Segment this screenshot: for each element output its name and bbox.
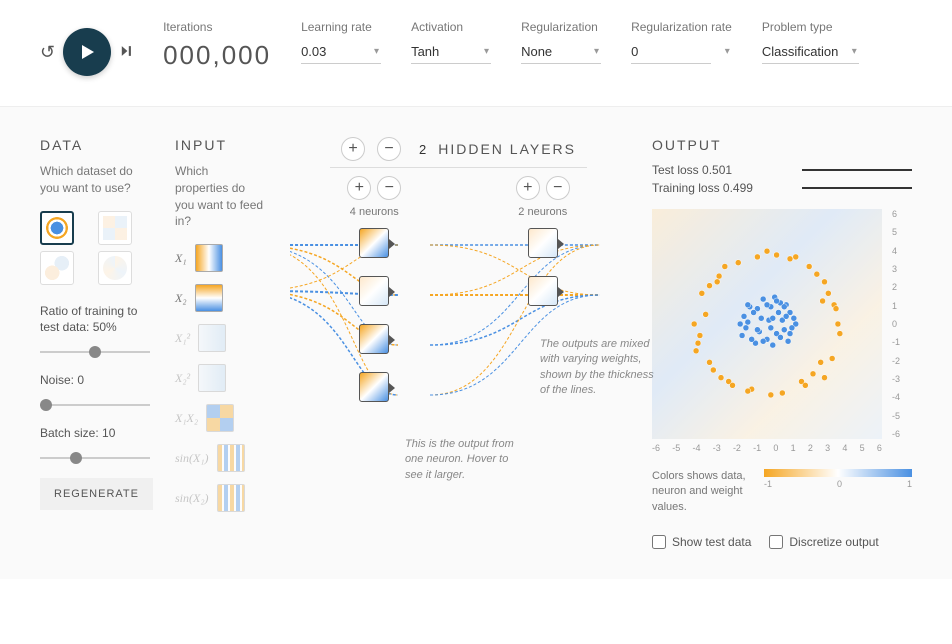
feature-x2[interactable]: X₂ bbox=[175, 284, 265, 312]
show-test-check[interactable]: Show test data bbox=[652, 535, 751, 549]
network-divider bbox=[330, 167, 587, 168]
neuron-1-3[interactable] bbox=[359, 324, 389, 354]
legend-text: Colors shows data, neuron and weight val… bbox=[652, 469, 752, 515]
layer2-remove-neuron[interactable]: − bbox=[546, 176, 570, 200]
dataset-circle[interactable] bbox=[40, 211, 74, 245]
dataset-gauss[interactable] bbox=[40, 251, 74, 285]
train-loss: Training loss 0.499 bbox=[652, 181, 912, 195]
learning-rate-select[interactable]: 0.03 bbox=[301, 40, 381, 64]
input-panel: INPUT Which properties do you want to fe… bbox=[175, 137, 265, 549]
feature-x1[interactable]: X₁ bbox=[175, 244, 265, 272]
problem-type-select[interactable]: Classification bbox=[762, 40, 859, 64]
reg-rate-select[interactable]: 0 bbox=[631, 40, 711, 64]
data-subtitle: Which dataset do you want to use? bbox=[40, 163, 150, 197]
legend-block: Colors shows data, neuron and weight val… bbox=[652, 469, 912, 515]
network-panel: + − 2 HIDDEN LAYERS bbox=[290, 137, 627, 549]
reg-rate-label: Regularization rate bbox=[631, 20, 732, 34]
layer-count: 2 bbox=[419, 142, 426, 157]
layer1-remove-neuron[interactable]: − bbox=[377, 176, 401, 200]
feature-sinx1[interactable]: sin(X₁) bbox=[175, 444, 265, 472]
feature-x2sq[interactable]: X₂² bbox=[175, 364, 265, 392]
learning-rate-control: Learning rate 0.03 bbox=[301, 20, 381, 64]
iterations-label: Iterations bbox=[163, 20, 271, 34]
problem-type-label: Problem type bbox=[762, 20, 859, 34]
feature-sinx2[interactable]: sin(X₂) bbox=[175, 484, 265, 512]
iterations-value: 000,000 bbox=[163, 40, 271, 71]
layer1-count: 4 neurons bbox=[350, 206, 399, 218]
activation-label: Activation bbox=[411, 20, 491, 34]
batch-block: Batch size: 10 bbox=[40, 425, 150, 462]
problem-type-control: Problem type Classification bbox=[762, 20, 859, 64]
activation-control: Activation Tanh bbox=[411, 20, 491, 64]
neuron-1-1[interactable] bbox=[359, 228, 389, 258]
activation-select[interactable]: Tanh bbox=[411, 40, 491, 64]
hidden-layers-title: HIDDEN LAYERS bbox=[438, 141, 576, 157]
layer-1: + − 4 neurons bbox=[347, 176, 401, 420]
output-title: OUTPUT bbox=[652, 137, 912, 153]
layer2-count: 2 neurons bbox=[518, 206, 567, 218]
regularization-select[interactable]: None bbox=[521, 40, 601, 64]
neuron-1-2[interactable] bbox=[359, 276, 389, 306]
play-button[interactable] bbox=[63, 28, 111, 76]
play-controls: ↺ bbox=[40, 28, 133, 76]
reg-rate-control: Regularization rate 0 bbox=[631, 20, 732, 64]
data-title: DATA bbox=[40, 137, 150, 153]
add-layer-button[interactable]: + bbox=[341, 137, 365, 161]
neuron-2-2[interactable] bbox=[528, 276, 558, 306]
reset-button[interactable]: ↺ bbox=[40, 42, 55, 63]
ratio-block: Ratio of training to test data: 50% bbox=[40, 303, 150, 357]
noise-block: Noise: 0 bbox=[40, 372, 150, 409]
input-title: INPUT bbox=[175, 137, 265, 153]
feature-x1x2[interactable]: X₁X₂ bbox=[175, 404, 265, 432]
scatter-plot bbox=[652, 209, 882, 439]
dataset-xor[interactable] bbox=[98, 211, 132, 245]
output-checks: Show test data Discretize output bbox=[652, 535, 912, 549]
discretize-check[interactable]: Discretize output bbox=[769, 535, 878, 549]
layer2-add-neuron[interactable]: + bbox=[516, 176, 540, 200]
step-button[interactable] bbox=[119, 42, 133, 63]
feature-x1sq[interactable]: X₁² bbox=[175, 324, 265, 352]
ratio-label: Ratio of training to test data: 50% bbox=[40, 303, 150, 337]
data-panel: DATA Which dataset do you want to use? R… bbox=[40, 137, 150, 549]
dataset-spiral[interactable] bbox=[98, 251, 132, 285]
noise-slider[interactable] bbox=[40, 404, 150, 406]
output-heatmap[interactable]: 6543210-1-2-3-4-5-6 -6-5-4-3-2-10123456 bbox=[652, 209, 882, 439]
test-loss: Test loss 0.501 bbox=[652, 163, 912, 177]
annotation-neuron: This is the output from one neuron. Hove… bbox=[405, 437, 525, 483]
dataset-thumbs bbox=[40, 211, 150, 285]
layer1-add-neuron[interactable]: + bbox=[347, 176, 371, 200]
learning-rate-label: Learning rate bbox=[301, 20, 381, 34]
iterations-display: Iterations 000,000 bbox=[163, 20, 271, 71]
input-subtitle: Which properties do you want to feed in? bbox=[175, 163, 265, 230]
axis-x: -6-5-4-3-2-10123456 bbox=[652, 443, 882, 453]
noise-label: Noise: 0 bbox=[40, 372, 150, 389]
axis-y: 6543210-1-2-3-4-5-6 bbox=[892, 209, 900, 439]
remove-layer-button[interactable]: − bbox=[377, 137, 401, 161]
regenerate-button[interactable]: REGENERATE bbox=[40, 478, 153, 510]
ratio-slider[interactable] bbox=[40, 351, 150, 353]
annotation-weights: The outputs are mixed with varying weigh… bbox=[540, 337, 660, 399]
batch-label: Batch size: 10 bbox=[40, 425, 150, 442]
batch-slider[interactable] bbox=[40, 457, 150, 459]
output-panel: OUTPUT Test loss 0.501 Training loss 0.4… bbox=[652, 137, 912, 549]
regularization-label: Regularization bbox=[521, 20, 601, 34]
legend-gradient: -1 0 1 bbox=[764, 469, 912, 489]
main-area: DATA Which dataset do you want to use? R… bbox=[0, 107, 952, 579]
neuron-1-4[interactable] bbox=[359, 372, 389, 402]
neuron-2-1[interactable] bbox=[528, 228, 558, 258]
top-controls: ↺ Iterations 000,000 Learning rate 0.03 … bbox=[0, 0, 952, 107]
regularization-control: Regularization None bbox=[521, 20, 601, 64]
network-header: + − 2 HIDDEN LAYERS bbox=[290, 137, 627, 161]
